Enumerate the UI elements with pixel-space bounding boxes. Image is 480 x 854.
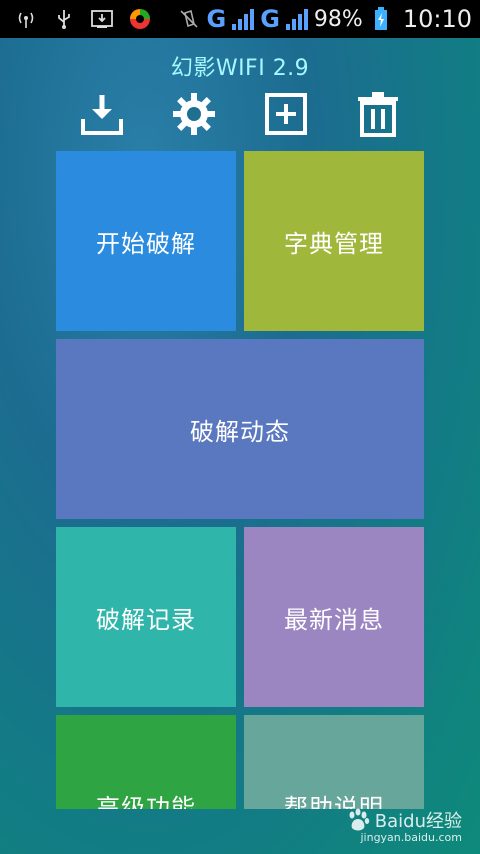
advanced-features-tile[interactable]: 高级功能 xyxy=(56,715,236,809)
battery-icon xyxy=(369,7,393,31)
vibrate-off-icon xyxy=(177,7,201,31)
network-type-2: G xyxy=(260,5,280,33)
help-tile[interactable]: 帮助说明 xyxy=(244,715,424,809)
usb-icon xyxy=(52,7,76,31)
wifi-antenna-icon xyxy=(14,7,38,31)
baidu-watermark: Baidu经验 jingyan.baidu.com xyxy=(345,807,462,844)
battery-percent: 98% xyxy=(313,6,363,32)
start-crack-tile[interactable]: 开始破解 xyxy=(56,151,236,331)
toolbar xyxy=(0,90,480,140)
app-title: 幻影WIFI 2.9 xyxy=(170,56,310,81)
signal-icon xyxy=(232,8,255,30)
clock: 10:10 xyxy=(402,5,472,33)
signal-icon xyxy=(285,8,308,30)
dictionary-manage-tile[interactable]: 字典管理 xyxy=(244,151,424,331)
app-notif-icon xyxy=(128,7,152,31)
baidu-paw-icon xyxy=(349,808,369,831)
add-icon[interactable] xyxy=(262,90,310,138)
settings-gear-icon[interactable] xyxy=(170,90,218,138)
watermark-url: jingyan.baidu.com xyxy=(360,831,462,844)
latest-news-tile[interactable]: 最新消息 xyxy=(244,527,424,707)
tile-grid: 开始破解 字典管理 破解动态 破解记录 最新消息 高级功能 帮助说明 xyxy=(56,151,424,809)
download-notif-icon xyxy=(90,7,114,31)
crack-records-tile[interactable]: 破解记录 xyxy=(56,527,236,707)
status-bar: G G 98% 10:10 xyxy=(0,0,480,38)
crack-dynamics-tile[interactable]: 破解动态 xyxy=(56,339,424,519)
watermark-title: Baidu经验 xyxy=(374,811,462,832)
download-icon[interactable] xyxy=(78,90,126,138)
delete-icon[interactable] xyxy=(354,90,402,138)
network-type-1: G xyxy=(206,5,227,33)
